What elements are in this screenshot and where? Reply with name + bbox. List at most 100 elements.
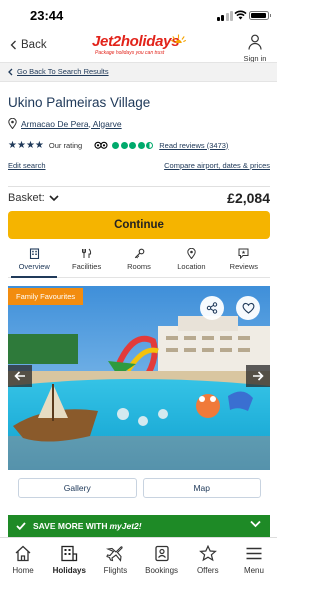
rating-bubble <box>112 141 120 149</box>
nav-label: Holidays <box>52 566 86 575</box>
location-pin-icon <box>8 118 17 129</box>
chevron-down-icon <box>250 520 261 528</box>
back-button[interactable]: Back <box>10 39 47 51</box>
myjet-brand: myJet2! <box>109 521 142 531</box>
wifi-icon <box>234 10 247 20</box>
compare-link[interactable]: Compare airport, dates & prices <box>164 161 270 170</box>
read-reviews-link[interactable]: Read reviews (3473) <box>159 141 228 150</box>
hotel-icon <box>29 248 39 259</box>
rating-bubble <box>129 141 137 149</box>
hotel-location: Armacao De Pera, Algarve <box>21 118 122 129</box>
tab-location[interactable]: Location <box>165 246 217 277</box>
hotel-pool-photo <box>8 286 270 470</box>
nav-holidays[interactable]: Holidays <box>46 538 92 600</box>
nav-offers[interactable]: Offers <box>185 538 231 600</box>
nav-label: Menu <box>243 566 264 575</box>
breadcrumb: Go Back To Search Results <box>0 62 277 82</box>
tab-label: Rooms <box>127 262 151 271</box>
gallery-button[interactable]: Gallery <box>18 478 137 498</box>
favourite-button[interactable] <box>236 296 260 320</box>
back-label: Back <box>21 39 47 51</box>
continue-button[interactable]: Continue <box>8 211 270 239</box>
carousel-next-button[interactable] <box>246 365 270 387</box>
arrow-left-icon <box>14 371 25 381</box>
hotel-title: Ukino Palmeiras Village <box>8 95 151 110</box>
basket-toggle[interactable]: Basket: <box>8 192 59 204</box>
rating-bubbles <box>112 141 154 149</box>
hotel-tabs: Overview Facilities Rooms Location ★ Rev… <box>8 246 270 278</box>
star-icon: ★ <box>8 139 17 151</box>
arrow-right-icon <box>253 371 264 381</box>
back-to-results-link[interactable]: Go Back To Search Results <box>8 67 109 76</box>
nav-label: Home <box>12 566 34 575</box>
nav-label: Bookings <box>145 566 179 575</box>
tripadvisor-rating <box>94 141 154 149</box>
tab-overview[interactable]: Overview <box>8 246 60 278</box>
nav-home[interactable]: Home <box>0 538 46 600</box>
location-pin-icon <box>187 248 196 259</box>
check-icon <box>16 522 26 530</box>
hotel-location-link[interactable]: Armacao De Pera, Algarve <box>8 118 122 129</box>
breadcrumb-label: Go Back To Search Results <box>17 67 109 76</box>
star-icon: ★ <box>16 139 26 151</box>
svg-text:★: ★ <box>242 250 247 256</box>
tab-reviews[interactable]: ★ Reviews <box>218 246 270 277</box>
jet2holidays-logo[interactable]: Jet2holidays Package holidays you can tr… <box>92 33 186 59</box>
myjet-banner[interactable]: SAVE MORE WITH myJet2! <box>8 515 270 537</box>
basket-price: £2,084 <box>227 190 270 206</box>
hotel-photo-carousel[interactable]: Family Favourites <box>8 286 270 470</box>
edit-search-link[interactable]: Edit search <box>8 161 46 170</box>
signal-icon <box>216 11 233 21</box>
menu-icon <box>246 547 262 560</box>
sun-icon <box>171 34 186 43</box>
rating-bubble <box>120 141 128 149</box>
logo-tagline: Package holidays you can trust <box>95 50 165 56</box>
rating-bubble-half <box>146 141 154 149</box>
facilities-icon <box>82 248 92 258</box>
heart-icon <box>242 302 254 314</box>
top-nav: Back Jet2holidays Package holidays you c… <box>0 32 277 63</box>
nav-flights[interactable]: Flights <box>92 538 138 600</box>
status-time: 23:44 <box>30 8 64 23</box>
map-button[interactable]: Map <box>142 478 261 498</box>
signin-button[interactable]: Sign in <box>241 34 269 63</box>
nav-label: Flights <box>103 566 128 575</box>
tripadvisor-owl-icon <box>94 141 108 149</box>
key-icon <box>134 248 144 259</box>
our-rating-label: Our rating <box>48 140 83 150</box>
tab-label: Overview <box>18 262 50 271</box>
user-icon <box>248 34 262 50</box>
myjet-prefix: SAVE MORE WITH <box>33 521 108 531</box>
star-icon: ★ <box>34 139 44 151</box>
nav-bookings[interactable]: Bookings <box>139 538 185 600</box>
plane-icon <box>106 546 124 562</box>
basket-label: Basket: <box>8 192 45 204</box>
share-button[interactable] <box>200 296 224 320</box>
tab-facilities[interactable]: Facilities <box>60 246 112 277</box>
bottom-nav: Home Holidays Flights Bookings Offers Me… <box>0 537 277 600</box>
holidays-icon <box>61 545 78 562</box>
home-icon <box>15 545 31 562</box>
chevron-left-icon <box>8 68 13 75</box>
status-bar: 23:44 <box>0 0 277 32</box>
carousel-prev-button[interactable] <box>8 365 32 387</box>
nav-menu[interactable]: Menu <box>231 538 277 600</box>
battery-icon <box>249 11 269 20</box>
basket-row: Basket: £2,084 <box>8 186 270 206</box>
star-icon: ★ <box>25 139 35 151</box>
rating-row: ★ ★ ★ ★ Our rating Read reviews (3473) <box>8 138 270 152</box>
share-icon <box>206 302 218 314</box>
chevron-down-icon <box>49 194 59 201</box>
tab-label: Location <box>177 262 206 271</box>
bookings-icon <box>154 545 169 562</box>
tab-label: Facilities <box>72 262 102 271</box>
chevron-left-icon <box>10 40 16 50</box>
star-rating: ★ ★ ★ ★ <box>8 139 44 151</box>
tab-label: Reviews <box>229 262 258 271</box>
media-buttons: Gallery Map <box>18 478 261 498</box>
rating-bubble <box>137 141 145 149</box>
star-icon <box>198 545 217 562</box>
tab-rooms[interactable]: Rooms <box>113 246 165 277</box>
nav-label: Offers <box>196 566 219 575</box>
reviews-icon: ★ <box>238 248 249 259</box>
